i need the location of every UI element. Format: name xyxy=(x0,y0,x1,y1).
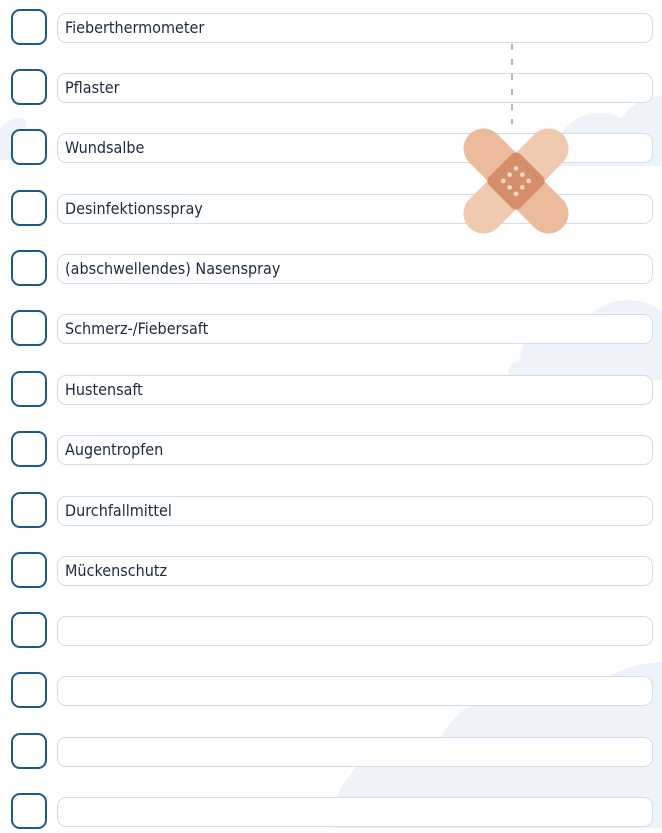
item-field[interactable]: Hustensaft xyxy=(57,375,653,405)
checkbox[interactable] xyxy=(11,190,47,226)
item-label: Augentropfen xyxy=(65,440,164,459)
item-field[interactable] xyxy=(57,797,653,827)
item-field[interactable]: Schmerz-/Fiebersaft xyxy=(57,314,653,344)
item-field[interactable]: Mückenschutz xyxy=(57,556,653,586)
item-field[interactable]: Wundsalbe xyxy=(57,133,653,163)
checkbox[interactable] xyxy=(11,733,47,769)
checkbox[interactable] xyxy=(11,492,47,528)
checklist-row: Mückenschutz xyxy=(0,552,662,592)
item-field[interactable]: Durchfallmittel xyxy=(57,496,653,526)
item-field[interactable] xyxy=(57,737,653,767)
item-field[interactable]: Desinfektionsspray xyxy=(57,194,653,224)
item-field[interactable]: Fieberthermometer xyxy=(57,13,653,43)
checkbox[interactable] xyxy=(11,793,47,829)
item-label: Durchfallmittel xyxy=(65,501,172,520)
checkbox[interactable] xyxy=(11,250,47,286)
checklist-row: Wundsalbe xyxy=(0,129,662,169)
item-label: Desinfektionsspray xyxy=(65,199,203,218)
item-label: Hustensaft xyxy=(65,380,143,399)
checklist-row: Pflaster xyxy=(0,69,662,109)
checkbox[interactable] xyxy=(11,612,47,648)
checklist: Fieberthermometer Pflaster Wundsalbe Des… xyxy=(0,0,662,829)
checkbox[interactable] xyxy=(11,9,47,45)
checkbox[interactable] xyxy=(11,672,47,708)
checklist-row: (abschwellendes) Nasenspray xyxy=(0,250,662,290)
checkbox[interactable] xyxy=(11,431,47,467)
checklist-row xyxy=(0,672,662,712)
checkbox[interactable] xyxy=(11,371,47,407)
checklist-row: Hustensaft xyxy=(0,371,662,411)
checklist-row xyxy=(0,612,662,652)
item-field[interactable] xyxy=(57,616,653,646)
item-label: Mückenschutz xyxy=(65,561,168,580)
item-field[interactable]: Augentropfen xyxy=(57,435,653,465)
item-label: Pflaster xyxy=(65,78,120,97)
checklist-row: Durchfallmittel xyxy=(0,492,662,532)
checklist-row: Fieberthermometer xyxy=(0,9,662,49)
checklist-row: Schmerz-/Fiebersaft xyxy=(0,310,662,350)
checklist-row xyxy=(0,793,662,833)
checkbox[interactable] xyxy=(11,552,47,588)
item-label: Schmerz-/Fiebersaft xyxy=(65,319,209,338)
item-field[interactable]: (abschwellendes) Nasenspray xyxy=(57,254,653,284)
checkbox[interactable] xyxy=(11,310,47,346)
checklist-row: Desinfektionsspray xyxy=(0,190,662,230)
item-label: Fieberthermometer xyxy=(65,18,205,37)
item-label: (abschwellendes) Nasenspray xyxy=(65,259,281,278)
checklist-row: Augentropfen xyxy=(0,431,662,471)
item-field[interactable]: Pflaster xyxy=(57,73,653,103)
item-field[interactable] xyxy=(57,676,653,706)
checklist-row xyxy=(0,733,662,773)
item-label: Wundsalbe xyxy=(65,138,145,157)
checkbox[interactable] xyxy=(11,69,47,105)
checkbox[interactable] xyxy=(11,129,47,165)
